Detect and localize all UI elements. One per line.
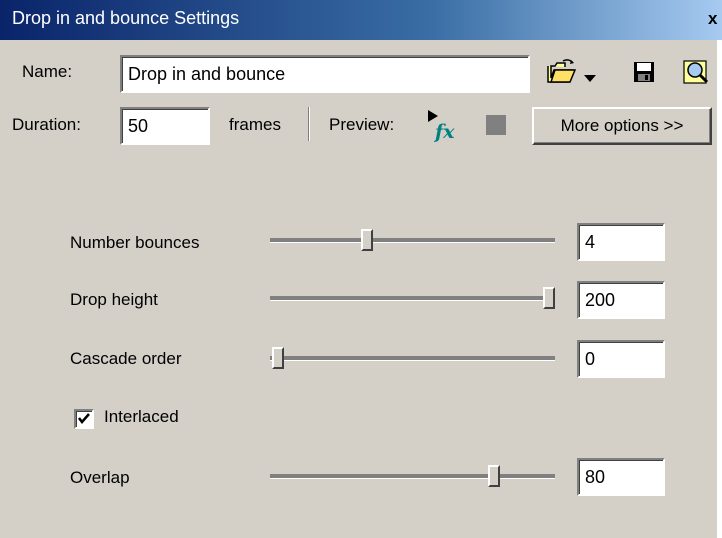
stop-icon[interactable]	[486, 115, 506, 135]
number-bounces-slider[interactable]	[361, 229, 373, 251]
overlap-track	[270, 475, 555, 479]
window-title: Drop in and bounce Settings	[12, 8, 240, 28]
cascade-order-track	[270, 357, 555, 361]
dropdown-arrow-icon[interactable]	[583, 68, 597, 82]
preview-fx-icon[interactable]: fx	[424, 108, 462, 143]
separator	[308, 107, 310, 141]
overlap-slider[interactable]	[488, 465, 500, 487]
interlaced-label: Interlaced	[104, 407, 179, 426]
duration-input[interactable]: 50	[120, 107, 210, 145]
cascade-order-input[interactable]: 0	[577, 340, 665, 378]
name-input[interactable]: Drop in and bounce	[120, 55, 530, 93]
frames-label: frames	[229, 115, 281, 134]
more-options-button[interactable]: More options >>	[532, 107, 712, 145]
name-label: Name:	[22, 62, 73, 81]
overlap-input[interactable]: 80	[577, 458, 665, 496]
svg-text:fx: fx	[433, 121, 455, 142]
drop-height-slider[interactable]	[543, 287, 555, 309]
interlaced-checkbox[interactable]	[74, 409, 94, 429]
find-icon[interactable]	[683, 58, 713, 86]
preview-label: Preview:	[329, 115, 395, 134]
overlap-label: Overlap	[70, 468, 130, 487]
title-bar[interactable]: Drop in and bounce Settings x	[0, 0, 722, 40]
checkmark-icon	[78, 413, 90, 424]
drop-height-input[interactable]: 200	[577, 281, 665, 319]
save-icon[interactable]	[632, 60, 656, 84]
close-icon[interactable]: x	[708, 8, 722, 30]
drop-height-track	[270, 297, 555, 301]
cascade-order-label: Cascade order	[70, 349, 182, 368]
drop-height-label: Drop height	[70, 290, 158, 309]
cascade-order-slider[interactable]	[272, 347, 284, 369]
window-edge	[717, 40, 722, 538]
number-bounces-label: Number bounces	[70, 233, 200, 252]
number-bounces-track	[270, 239, 555, 243]
open-folder-icon[interactable]	[545, 58, 577, 86]
duration-label: Duration:	[12, 115, 81, 134]
number-bounces-input[interactable]: 4	[577, 223, 665, 261]
